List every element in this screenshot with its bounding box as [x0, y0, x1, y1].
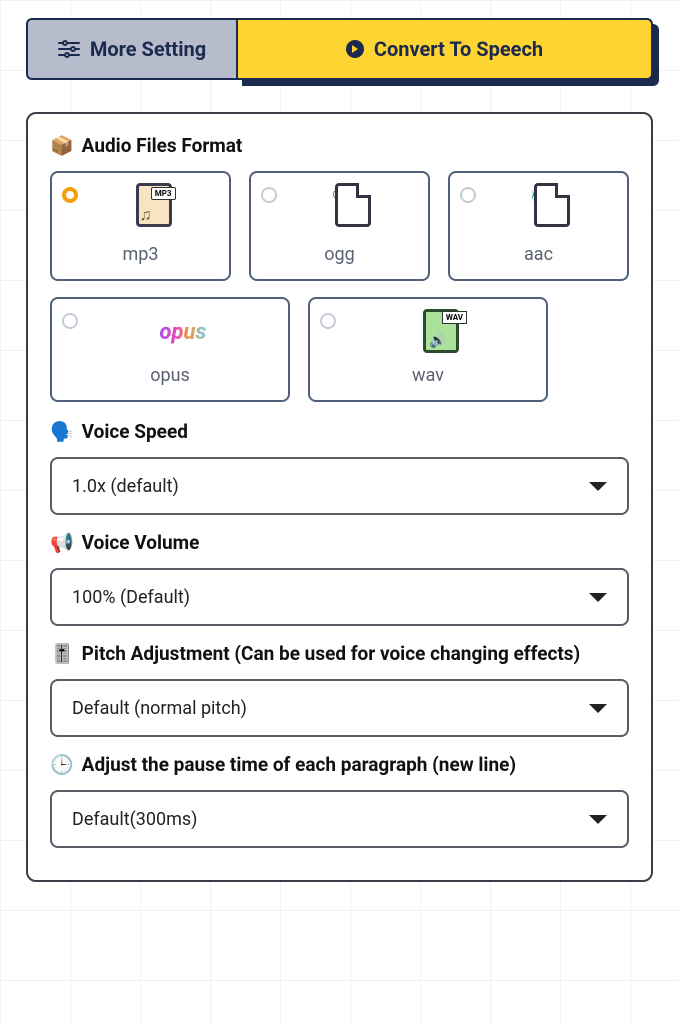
voice-volume-value: 100% (Default): [72, 587, 190, 608]
opus-file-icon: opus: [88, 309, 278, 355]
radio-unselected-icon: [261, 187, 277, 203]
chevron-down-icon: [589, 815, 607, 824]
megaphone-icon: 📢: [50, 533, 74, 552]
settings-panel: 📦 Audio Files Format MP3 ♫ mp3: [26, 112, 653, 882]
voice-volume-title: 📢 Voice Volume: [50, 531, 629, 554]
format-row-1: MP3 ♫ mp3 OGG og: [50, 171, 629, 281]
mp3-file-icon: MP3 ♫: [88, 183, 219, 229]
format-label-mp3: mp3: [122, 244, 158, 265]
clock-icon: 🕒: [50, 755, 74, 774]
pitch-label: Pitch Adjustment (Can be used for voice …: [82, 642, 581, 665]
sliders-icon: [58, 40, 80, 58]
audio-format-title: 📦 Audio Files Format: [50, 134, 629, 157]
audio-format-label: Audio Files Format: [82, 134, 243, 157]
radio-unselected-icon: [460, 187, 476, 203]
more-settings-button[interactable]: More Setting: [26, 18, 236, 80]
radio-selected-icon: [62, 187, 78, 203]
slider-icon: 🎚️: [50, 644, 74, 663]
pause-title: 🕒 Adjust the pause time of each paragrap…: [50, 753, 629, 776]
wav-file-icon: WAV 🔊: [346, 309, 536, 355]
format-row-2: opus opus WAV 🔊 wav: [50, 297, 629, 402]
play-icon: [346, 40, 364, 58]
top-button-row: More Setting Convert To Speech: [26, 18, 653, 80]
format-label-opus: opus: [150, 365, 190, 386]
pause-value: Default(300ms): [72, 809, 197, 830]
chevron-down-icon: [589, 704, 607, 713]
format-option-ogg[interactable]: OGG ogg: [249, 171, 430, 281]
voice-volume-label: Voice Volume: [82, 531, 200, 554]
convert-label: Convert To Speech: [374, 37, 543, 61]
voice-speed-label: Voice Speed: [82, 420, 188, 443]
voice-speed-title: 🗣️ Voice Speed: [50, 420, 629, 443]
pitch-value: Default (normal pitch): [72, 698, 247, 719]
voice-speed-select[interactable]: 1.0x (default): [50, 457, 629, 515]
voice-speed-value: 1.0x (default): [72, 476, 179, 497]
aac-file-icon: AAC: [486, 183, 617, 229]
format-option-wav[interactable]: WAV 🔊 wav: [308, 297, 548, 402]
voice-volume-select[interactable]: 100% (Default): [50, 568, 629, 626]
chevron-down-icon: [589, 593, 607, 602]
ogg-file-icon: OGG: [287, 183, 418, 229]
more-settings-label: More Setting: [90, 37, 206, 61]
pause-label: Adjust the pause time of each paragraph …: [82, 753, 516, 776]
convert-to-speech-button[interactable]: Convert To Speech: [236, 18, 653, 80]
radio-unselected-icon: [320, 313, 336, 329]
format-option-opus[interactable]: opus opus: [50, 297, 290, 402]
format-label-wav: wav: [412, 365, 444, 386]
package-icon: 📦: [50, 136, 74, 155]
pause-select[interactable]: Default(300ms): [50, 790, 629, 848]
format-option-aac[interactable]: AAC aac: [448, 171, 629, 281]
speaking-head-icon: 🗣️: [50, 422, 74, 441]
pitch-title: 🎚️ Pitch Adjustment (Can be used for voi…: [50, 642, 629, 665]
radio-unselected-icon: [62, 313, 78, 329]
format-option-mp3[interactable]: MP3 ♫ mp3: [50, 171, 231, 281]
format-label-aac: aac: [524, 244, 553, 265]
format-label-ogg: ogg: [324, 244, 354, 265]
pitch-select[interactable]: Default (normal pitch): [50, 679, 629, 737]
chevron-down-icon: [589, 482, 607, 491]
main-wrap: More Setting Convert To Speech 📦 Audio F…: [0, 0, 679, 882]
